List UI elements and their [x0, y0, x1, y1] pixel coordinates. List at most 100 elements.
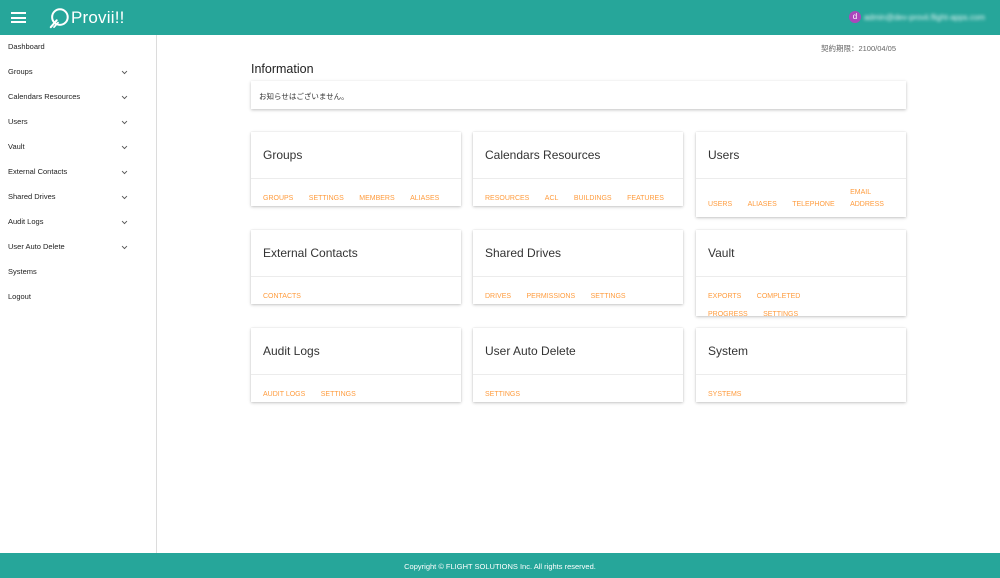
card-title: Calendars Resources — [485, 148, 601, 162]
groups-link[interactable]: GROUPS — [263, 193, 293, 205]
card-actions: SETTINGS — [485, 383, 675, 401]
card-title: Audit Logs — [263, 344, 320, 358]
settings-link[interactable]: SETTINGS — [763, 309, 798, 321]
chevron-down-icon[interactable] — [121, 169, 128, 176]
sidebar-item-users[interactable]: Users — [0, 110, 157, 135]
sidebar-item-label: Logout — [8, 292, 31, 301]
card-groups: Groups GROUPS SETTINGS MEMBERS ALIASES — [251, 132, 461, 206]
sidebar-item-label: Systems — [8, 267, 37, 276]
card-actions: EXPORTS COMPLETED PROGRESS SETTINGS — [708, 285, 861, 321]
information-title: Information — [251, 62, 314, 76]
card-vault: Vault EXPORTS COMPLETED PROGRESS SETTING… — [696, 230, 906, 318]
top-app-bar: Provii!! d admin@dev-provii.flight-apps.… — [0, 0, 1000, 35]
resources-link[interactable]: RESOURCES — [485, 193, 529, 205]
sidebar-item-logout[interactable]: Logout — [0, 285, 157, 310]
card-title: Shared Drives — [485, 246, 562, 260]
avatar[interactable]: d — [848, 11, 861, 23]
card-divider — [251, 276, 461, 277]
features-link[interactable]: FEATURES — [627, 193, 664, 205]
sidebar-item-systems[interactable]: Systems — [0, 260, 157, 285]
card-user-auto-delete: User Auto Delete SETTINGS — [473, 328, 683, 402]
app-name: Provii!! — [71, 7, 125, 27]
card-divider — [473, 374, 683, 375]
card-divider — [251, 178, 461, 179]
card-actions: USERS ALIASES TELEPHONE EMAIL ADDRESS — [708, 187, 898, 211]
card-divider — [473, 276, 683, 277]
card-actions: RESOURCES ACL BUILDINGS FEATURES — [485, 187, 675, 205]
provii-logo-icon — [49, 7, 69, 28]
permissions-link[interactable]: PERMISSIONS — [527, 291, 576, 303]
sidebar-item-label: Vault — [8, 142, 25, 151]
sidebar-item-label: Shared Drives — [8, 192, 56, 201]
buildings-link[interactable]: BUILDINGS — [574, 193, 612, 205]
settings-link[interactable]: SETTINGS — [591, 291, 626, 303]
card-divider — [696, 276, 906, 277]
chevron-down-icon[interactable] — [121, 219, 128, 226]
sidebar-item-external-contacts[interactable]: External Contacts — [0, 160, 157, 185]
card-actions: CONTACTS — [263, 285, 453, 303]
settings-link[interactable]: SETTINGS — [309, 193, 344, 205]
sidebar-item-shared-drives[interactable]: Shared Drives — [0, 185, 157, 210]
contract-expiry: 契約期限：2100/04/05 — [820, 44, 896, 53]
sidebar-item-label: User Auto Delete — [8, 242, 65, 251]
card-divider — [473, 178, 683, 179]
card-title: Groups — [263, 148, 303, 162]
contacts-link[interactable]: CONTACTS — [263, 291, 301, 303]
exports-link[interactable]: EXPORTS — [708, 291, 741, 303]
card-divider — [696, 178, 906, 179]
aliases-link[interactable]: ALIASES — [410, 193, 439, 205]
sidebar-item-user-auto-delete[interactable]: User Auto Delete — [0, 235, 157, 260]
aliases-link[interactable]: ALIASES — [748, 199, 777, 211]
sidebar-nav: Dashboard Groups Calendars Resources Use… — [0, 35, 157, 553]
card-actions: SYSTEMS — [708, 383, 898, 401]
drives-link[interactable]: DRIVES — [485, 291, 511, 303]
footer: Copyright © FLIGHT SOLUTIONS Inc. All ri… — [0, 553, 1000, 578]
card-actions: GROUPS SETTINGS MEMBERS ALIASES — [263, 187, 453, 205]
members-link[interactable]: MEMBERS — [359, 193, 394, 205]
chevron-down-icon[interactable] — [121, 194, 128, 201]
sidebar-item-label: Audit Logs — [8, 217, 44, 226]
sidebar-item-dashboard[interactable]: Dashboard — [0, 35, 157, 60]
card-divider — [251, 374, 461, 375]
card-calendars-resources: Calendars Resources RESOURCES ACL BUILDI… — [473, 132, 683, 206]
card-users: Users USERS ALIASES TELEPHONE EMAIL ADDR… — [696, 132, 906, 217]
card-external-contacts: External Contacts CONTACTS — [251, 230, 461, 304]
card-title: Vault — [708, 246, 735, 260]
chevron-down-icon[interactable] — [121, 119, 128, 126]
user-email: admin@dev-provii.flight-apps.com — [863, 12, 985, 22]
email-address-link[interactable]: EMAIL ADDRESS — [850, 187, 886, 211]
information-text: お知らせはございません。 — [259, 92, 349, 101]
chevron-down-icon[interactable] — [121, 244, 128, 251]
card-actions: DRIVES PERMISSIONS SETTINGS — [485, 285, 675, 303]
sidebar-item-audit-logs[interactable]: Audit Logs — [0, 210, 157, 235]
systems-link[interactable]: SYSTEMS — [708, 389, 741, 401]
card-title: Users — [708, 148, 740, 162]
user-account[interactable]: d admin@dev-provii.flight-apps.com — [848, 11, 985, 23]
card-audit-logs: Audit Logs AUDIT LOGS SETTINGS — [251, 328, 461, 402]
chevron-down-icon[interactable] — [121, 144, 128, 151]
card-shared-drives: Shared Drives DRIVES PERMISSIONS SETTING… — [473, 230, 683, 304]
card-title: System — [708, 344, 749, 358]
chevron-down-icon[interactable] — [121, 69, 128, 76]
users-link[interactable]: USERS — [708, 199, 732, 211]
completed-link[interactable]: COMPLETED — [757, 291, 801, 303]
progress-link[interactable]: PROGRESS — [708, 309, 748, 321]
sidebar-item-label: Dashboard — [8, 42, 45, 51]
card-actions: AUDIT LOGS SETTINGS — [263, 383, 453, 401]
app-logo[interactable]: Provii!! — [48, 6, 125, 29]
sidebar-item-calendars-resources[interactable]: Calendars Resources — [0, 85, 157, 110]
card-title: User Auto Delete — [485, 344, 576, 358]
acl-link[interactable]: ACL — [545, 193, 559, 205]
audit-logs-link[interactable]: AUDIT LOGS — [263, 389, 305, 401]
sidebar-item-vault[interactable]: Vault — [0, 135, 157, 160]
sidebar-item-groups[interactable]: Groups — [0, 60, 157, 85]
menu-icon[interactable] — [11, 12, 26, 23]
telephone-link[interactable]: TELEPHONE — [792, 199, 834, 211]
information-box: お知らせはございません。 — [251, 81, 906, 109]
chevron-down-icon[interactable] — [121, 94, 128, 101]
copyright-text: Copyright © FLIGHT SOLUTIONS Inc. All ri… — [404, 562, 596, 571]
settings-link[interactable]: SETTINGS — [321, 389, 356, 401]
sidebar-item-label: Groups — [8, 67, 33, 76]
sidebar-item-label: Calendars Resources — [8, 92, 81, 101]
settings-link[interactable]: SETTINGS — [485, 389, 520, 401]
